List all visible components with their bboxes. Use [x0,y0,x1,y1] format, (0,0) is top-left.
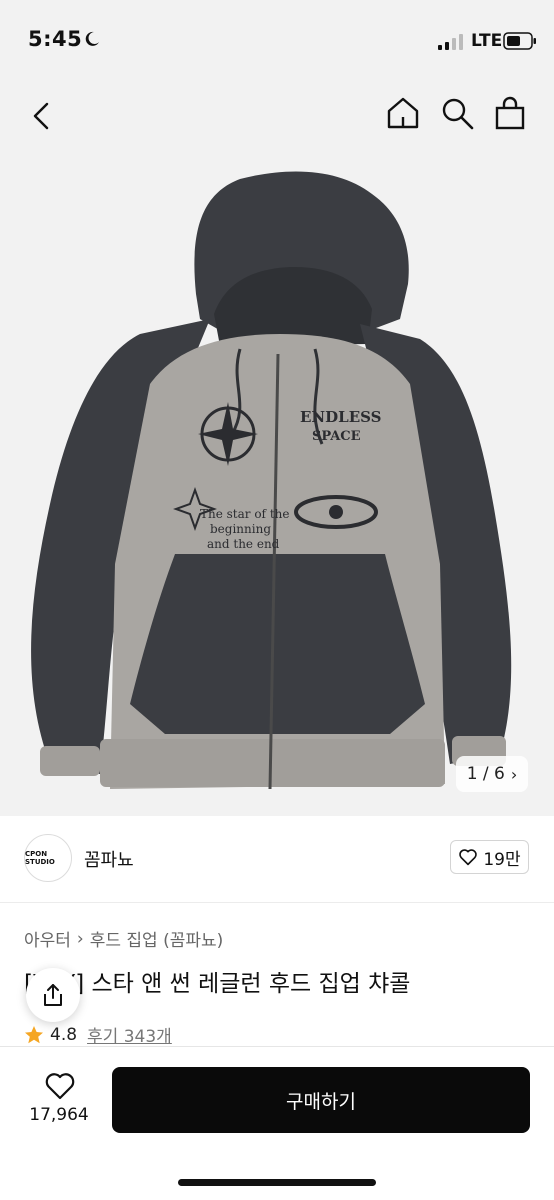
chevron-right-icon: › [510,764,518,784]
buy-button[interactable]: 구매하기 [112,1067,530,1133]
moon-icon [85,31,99,46]
status-bar: 5:45 LTE [0,0,554,84]
network-label: LTE [471,31,503,51]
shopping-bag-icon[interactable] [491,94,529,132]
battery-icon [503,32,536,50]
image-counter[interactable]: 1 / 6 › [456,756,528,792]
review-link[interactable]: 후기 343개 [87,1022,172,1047]
chevron-right-icon: › [76,928,84,949]
bottom-action-bar: 17,964 구매하기 [0,1046,554,1200]
svg-text:SPACE: SPACE [312,429,361,444]
svg-text:ENDLESS: ENDLESS [300,408,381,426]
brand-row[interactable]: CPON STUDIO 꼼파뇨 19만 [0,816,554,902]
svg-text:The star of the: The star of the [200,507,289,521]
brand-name[interactable]: 꼼파뇨 [84,846,134,872]
home-indicator [178,1179,376,1186]
svg-text:beginning: beginning [210,522,271,536]
signal-icon [438,34,463,50]
breadcrumb-item[interactable]: 아우터 [24,926,71,951]
share-icon [44,984,62,1006]
breadcrumb-item[interactable]: 후드 집업 (꼼파뇨) [90,926,224,951]
brand-logo[interactable]: CPON STUDIO [24,834,72,882]
wish-count: 17,964 [29,1105,89,1125]
image-counter-label: 1 / 6 [466,764,505,784]
rating-value: 4.8 [50,1024,78,1045]
divider [0,902,554,903]
heart-outline-icon [459,849,478,866]
star-icon [25,1025,43,1043]
brand-like-count: 19만 [483,849,521,870]
product-title: [VAY] 스타 앤 썬 레글런 후드 집업 챠콜 [24,971,411,997]
status-time: 5:45 [28,27,83,51]
svg-text:and the end: and the end [207,537,280,551]
back-icon[interactable] [24,98,60,134]
heart-outline-icon[interactable] [44,1071,76,1101]
product-image: ENDLESS SPACE The star of the beginning … [31,171,512,790]
share-button[interactable] [26,968,80,1022]
breadcrumb: 아우터 › 후드 집업 (꼼파뇨) [24,926,224,952]
product-image-gallery[interactable]: ENDLESS SPACE The star of the beginning … [0,84,554,816]
brand-like-button[interactable]: 19만 [450,840,529,874]
search-icon[interactable] [438,94,476,132]
home-icon[interactable] [384,94,422,132]
rating-row: 4.8 후기 343개 [24,1022,172,1047]
